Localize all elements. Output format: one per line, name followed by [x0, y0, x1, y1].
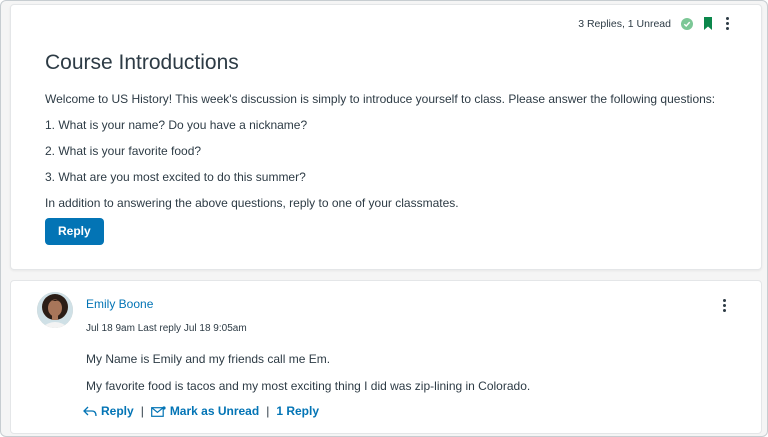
topic-options-kebab-icon[interactable] — [723, 17, 731, 30]
page-title: Course Introductions — [45, 51, 239, 74]
check-circle-icon — [681, 17, 693, 30]
discussion-topic-card: 3 Replies, 1 Unread Course Introductions… — [10, 4, 762, 270]
discussion-entry: Emily Boone Jul 18 9am Last reply Jul 18… — [10, 280, 762, 434]
mark-as-unread-label: Mark as Unread — [169, 404, 260, 418]
reply-button[interactable]: Reply — [45, 218, 104, 245]
discussion-window: 3 Replies, 1 Unread Course Introductions… — [0, 0, 768, 437]
avatar[interactable] — [37, 292, 73, 328]
entry-paragraph: My Name is Emily and my friends call me … — [86, 352, 331, 366]
author-name-link[interactable]: Emily Boone — [86, 297, 153, 311]
replies-count-link[interactable]: 1 Reply — [276, 404, 319, 418]
entry-message-body: My Name is Emily and my friends call me … — [86, 351, 726, 405]
entry-paragraph: My favorite food is tacos and my most ex… — [86, 379, 531, 393]
post-timestamps: Jul 18 9am Last reply Jul 18 9:05am — [86, 323, 247, 334]
entry-options-kebab-icon[interactable] — [720, 299, 728, 312]
entry-reply-action[interactable]: Reply — [83, 404, 134, 418]
replies-unread-count: 3 Replies, 1 Unread — [578, 17, 671, 30]
topic-paragraph: 3. What are you most excited to do this … — [45, 170, 306, 184]
topic-meta-bar: 3 Replies, 1 Unread — [578, 17, 731, 30]
topic-paragraph: 2. What is your favorite food? — [45, 144, 202, 158]
envelope-icon — [150, 405, 166, 417]
entry-actions: Reply | Mark as Unread | 1 Reply — [83, 404, 319, 418]
action-separator: | — [140, 404, 144, 418]
mark-as-unread-action[interactable]: Mark as Unread — [150, 404, 260, 418]
entry-reply-label: Reply — [101, 404, 134, 418]
topic-paragraph: Welcome to US History! This week's discu… — [45, 92, 716, 106]
reply-arrow-icon — [83, 406, 97, 416]
bookmark-icon[interactable] — [703, 17, 713, 30]
topic-message-body: Welcome to US History! This week's discu… — [45, 91, 745, 221]
topic-paragraph: 1. What is your name? Do you have a nick… — [45, 118, 308, 132]
action-separator: | — [266, 404, 270, 418]
topic-paragraph: In addition to answering the above quest… — [45, 196, 459, 210]
